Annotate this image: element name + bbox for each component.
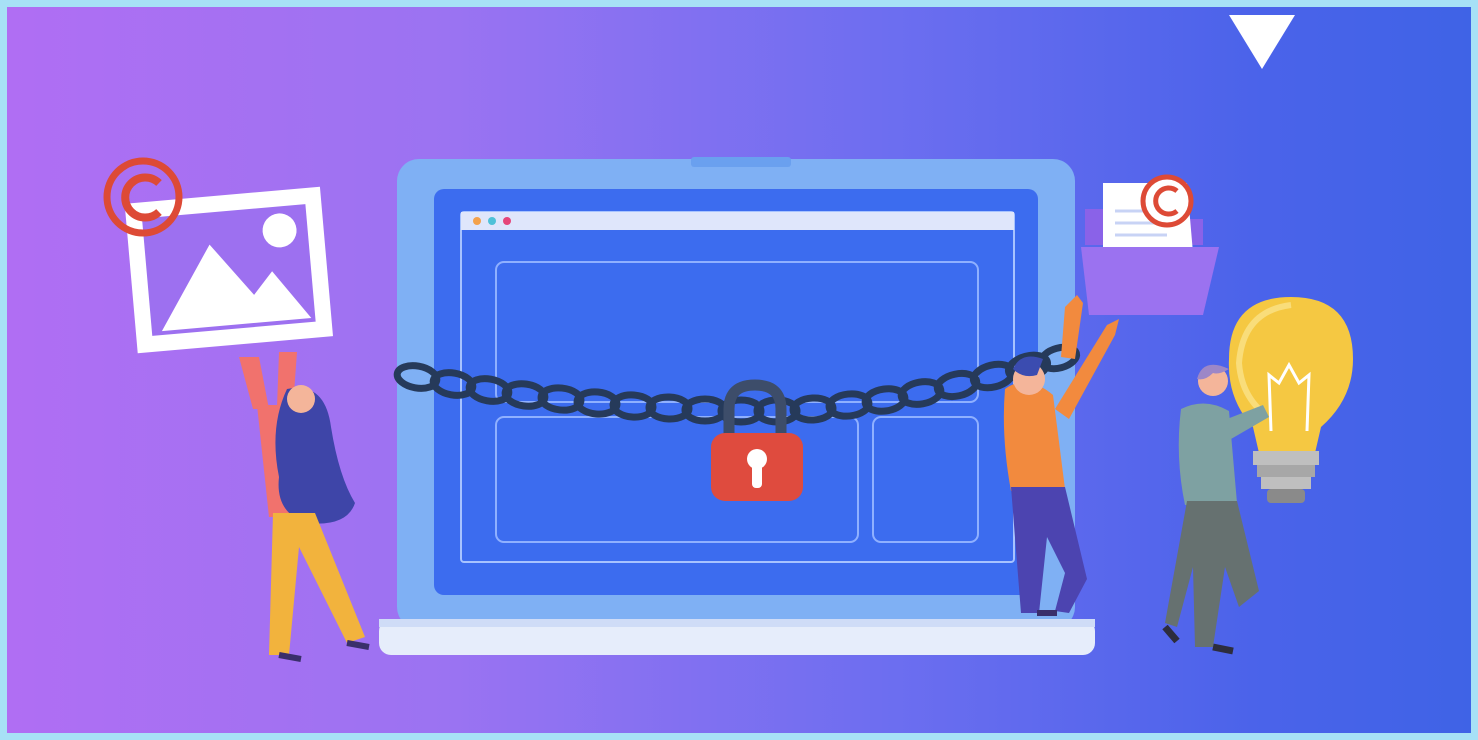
illustration-frame <box>0 0 1478 740</box>
woman-figure <box>239 352 370 662</box>
laptop-icon <box>379 157 1095 655</box>
lightbulb-icon <box>1228 297 1353 503</box>
corner-triangle-icon <box>1229 15 1295 69</box>
copyright-protection-illustration <box>103 15 1353 662</box>
window-dot-icon <box>473 217 481 225</box>
window-dot-icon <box>503 217 511 225</box>
copyright-icon <box>1140 174 1194 228</box>
window-dot-icon <box>488 217 496 225</box>
